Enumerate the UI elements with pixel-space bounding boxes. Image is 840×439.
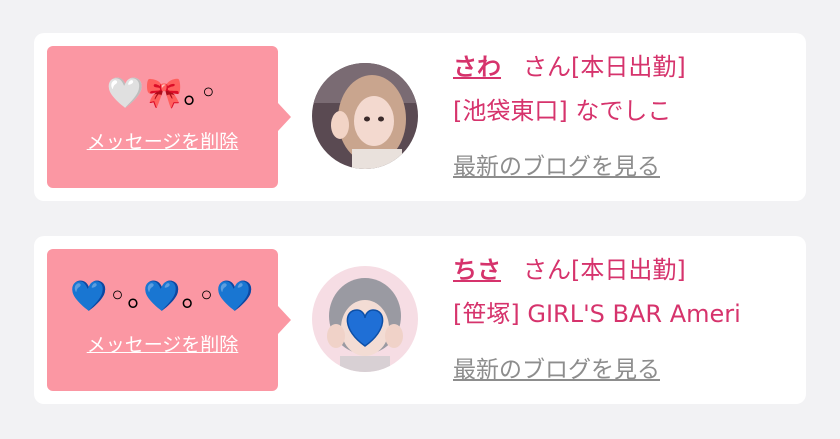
- message-text: 💙◦｡💙｡◦💙: [70, 279, 255, 314]
- photo-avatar-icon: [312, 63, 418, 169]
- delete-message-link[interactable]: メッセージを削除: [47, 130, 278, 154]
- girl-name-link[interactable]: ちさ: [453, 256, 501, 284]
- message-text: 🤍🎀｡◦: [106, 76, 219, 111]
- girl-name-link[interactable]: さわ: [453, 53, 501, 81]
- avatar[interactable]: [312, 266, 418, 372]
- latest-blog-link[interactable]: 最新のブログを見る: [453, 150, 660, 184]
- shop-name: [笹塚] GIRL'S BAR Ameri: [453, 300, 741, 328]
- attendance-status: [本日出勤]: [571, 53, 686, 81]
- photo-avatar-heart-covered-icon: [312, 266, 418, 372]
- message-bubble: 🤍🎀｡◦ メッセージを削除: [47, 46, 291, 188]
- avatar[interactable]: [312, 63, 418, 169]
- message-card: 💙◦｡💙｡◦💙 メッセージを削除 ちさ さん[本日出勤] [笹塚] GIRL'S …: [34, 236, 806, 404]
- shop-name: [池袋東口] なでしこ: [453, 97, 672, 125]
- honorific: さん: [523, 53, 571, 81]
- message-card: 🤍🎀｡◦ メッセージを削除 さわ さん[本日出勤] [池袋東口] なでしこ 最新の…: [34, 33, 806, 201]
- honorific: さん: [523, 256, 571, 284]
- attendance-status: [本日出勤]: [571, 256, 686, 284]
- message-bubble: 💙◦｡💙｡◦💙 メッセージを削除: [47, 249, 291, 391]
- latest-blog-link[interactable]: 最新のブログを見る: [453, 353, 660, 387]
- delete-message-link[interactable]: メッセージを削除: [47, 333, 278, 357]
